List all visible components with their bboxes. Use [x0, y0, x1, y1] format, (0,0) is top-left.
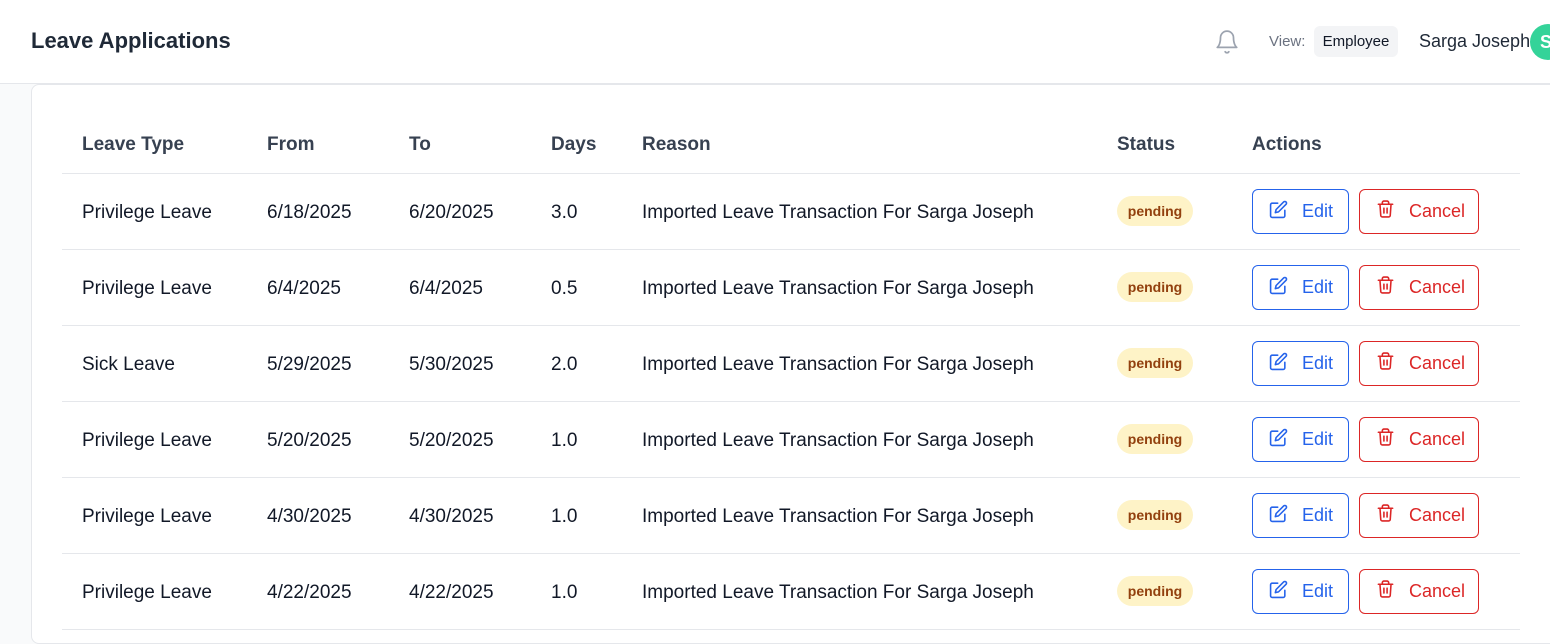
reason-cell: Imported Leave Transaction For Sarga Jos…	[642, 582, 1034, 603]
reason-cell: Imported Leave Transaction For Sarga Jos…	[642, 430, 1034, 451]
avatar[interactable]: S	[1530, 24, 1550, 60]
days-cell: 1.0	[551, 506, 578, 527]
reason-cell: Imported Leave Transaction For Sarga Jos…	[642, 278, 1034, 299]
table-row: Privilege Leave 6/18/2025 6/20/2025 3.0 …	[62, 174, 1520, 250]
reason-cell: Imported Leave Transaction For Sarga Jos…	[642, 354, 1034, 375]
leave-type-cell: Sick Leave	[82, 354, 175, 375]
leave-applications-card: Leave Type From To Days Reason Status Ac…	[31, 84, 1550, 644]
from-date-cell: 4/22/2025	[267, 582, 352, 603]
status-badge: pending	[1117, 424, 1193, 454]
column-header-to: To	[409, 134, 431, 155]
to-date-cell: 4/22/2025	[409, 582, 494, 603]
column-header-status: Status	[1117, 134, 1176, 155]
leave-table: Leave Type From To Days Reason Status Ac…	[62, 125, 1520, 630]
column-header-from: From	[267, 134, 315, 155]
status-badge: pending	[1117, 196, 1193, 226]
edit-icon	[1269, 352, 1288, 376]
status-badge: pending	[1117, 500, 1193, 530]
leave-type-cell: Privilege Leave	[82, 202, 212, 223]
edit-label: Edit	[1302, 581, 1334, 601]
table-row: Privilege Leave 6/4/2025 6/4/2025 0.5 Im…	[62, 250, 1520, 326]
view-label: View:	[1269, 33, 1306, 50]
top-header: Leave Applications View: Employee Sarga …	[0, 0, 1550, 84]
edit-icon	[1269, 580, 1288, 604]
table-row: Sick Leave 5/29/2025 5/30/2025 2.0 Impor…	[62, 326, 1520, 402]
column-header-reason: Reason	[642, 134, 711, 155]
from-date-cell: 5/20/2025	[267, 430, 352, 451]
reason-cell: Imported Leave Transaction For Sarga Jos…	[642, 506, 1034, 527]
cancel-button[interactable]: Cancel	[1359, 189, 1479, 234]
leave-type-cell: Privilege Leave	[82, 582, 212, 603]
user-name[interactable]: Sarga Joseph	[1419, 31, 1530, 52]
trash-icon	[1376, 427, 1395, 452]
cancel-label: Cancel	[1409, 277, 1466, 297]
cancel-label: Cancel	[1409, 353, 1466, 373]
cancel-label: Cancel	[1409, 581, 1466, 601]
edit-label: Edit	[1302, 505, 1334, 525]
days-cell: 0.5	[551, 278, 578, 299]
leave-type-cell: Privilege Leave	[82, 430, 212, 451]
status-badge: pending	[1117, 576, 1193, 606]
table-row: Privilege Leave 4/30/2025 4/30/2025 1.0 …	[62, 478, 1520, 554]
table-row: Privilege Leave 5/20/2025 5/20/2025 1.0 …	[62, 402, 1520, 478]
edit-button[interactable]: Edit	[1252, 493, 1349, 538]
edit-button[interactable]: Edit	[1252, 569, 1349, 614]
column-header-actions: Actions	[1252, 134, 1322, 155]
edit-label: Edit	[1302, 353, 1334, 373]
to-date-cell: 5/30/2025	[409, 354, 494, 375]
edit-button[interactable]: Edit	[1252, 265, 1349, 310]
trash-icon	[1376, 199, 1395, 224]
to-date-cell: 4/30/2025	[409, 506, 494, 527]
leave-type-cell: Privilege Leave	[82, 506, 212, 527]
from-date-cell: 6/18/2025	[267, 202, 352, 223]
to-date-cell: 5/20/2025	[409, 430, 494, 451]
page-title: Leave Applications	[31, 28, 231, 53]
cancel-label: Cancel	[1409, 429, 1466, 449]
table-header: Leave Type From To Days Reason Status Ac…	[62, 125, 1520, 174]
edit-icon	[1269, 504, 1288, 528]
days-cell: 2.0	[551, 354, 578, 375]
cancel-button[interactable]: Cancel	[1359, 569, 1479, 614]
cancel-label: Cancel	[1409, 505, 1466, 525]
view-selector[interactable]: Employee	[1314, 26, 1398, 57]
trash-icon	[1376, 351, 1395, 376]
cancel-button[interactable]: Cancel	[1359, 265, 1479, 310]
from-date-cell: 4/30/2025	[267, 506, 352, 527]
trash-icon	[1376, 579, 1395, 604]
days-cell: 3.0	[551, 202, 578, 223]
edit-button[interactable]: Edit	[1252, 341, 1349, 386]
trash-icon	[1376, 275, 1395, 300]
table-body: Privilege Leave 6/18/2025 6/20/2025 3.0 …	[62, 174, 1520, 630]
cancel-label: Cancel	[1409, 201, 1466, 221]
column-header-leave-type: Leave Type	[82, 134, 185, 155]
to-date-cell: 6/4/2025	[409, 278, 483, 299]
cancel-button[interactable]: Cancel	[1359, 341, 1479, 386]
bell-icon[interactable]	[1214, 28, 1240, 56]
to-date-cell: 6/20/2025	[409, 202, 494, 223]
cancel-button[interactable]: Cancel	[1359, 493, 1479, 538]
edit-button[interactable]: Edit	[1252, 189, 1349, 234]
column-header-days: Days	[551, 134, 597, 155]
edit-icon	[1269, 276, 1288, 300]
days-cell: 1.0	[551, 430, 578, 451]
table-row: Privilege Leave 4/22/2025 4/22/2025 1.0 …	[62, 554, 1520, 630]
edit-label: Edit	[1302, 277, 1334, 297]
from-date-cell: 6/4/2025	[267, 278, 341, 299]
edit-label: Edit	[1302, 429, 1334, 449]
from-date-cell: 5/29/2025	[267, 354, 352, 375]
leave-type-cell: Privilege Leave	[82, 278, 212, 299]
status-badge: pending	[1117, 348, 1193, 378]
reason-cell: Imported Leave Transaction For Sarga Jos…	[642, 202, 1034, 223]
edit-label: Edit	[1302, 201, 1334, 221]
cancel-button[interactable]: Cancel	[1359, 417, 1479, 462]
days-cell: 1.0	[551, 582, 578, 603]
trash-icon	[1376, 503, 1395, 528]
edit-icon	[1269, 428, 1288, 452]
status-badge: pending	[1117, 272, 1193, 302]
edit-icon	[1269, 200, 1288, 224]
edit-button[interactable]: Edit	[1252, 417, 1349, 462]
